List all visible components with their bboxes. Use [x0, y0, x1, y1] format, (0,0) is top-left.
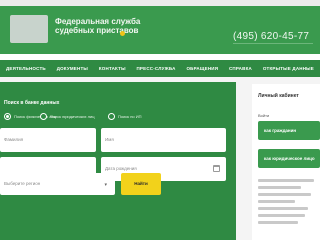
cabinet-title: Личный кабинет — [258, 93, 299, 99]
main-navigation: Деятельность Документы Контакты Пресс-сл… — [0, 60, 320, 77]
cabinet-login-label: Войти — [258, 113, 270, 118]
search-title: Поиск в банке данных — [4, 100, 60, 106]
nav-item-press[interactable]: Пресс-служба — [137, 66, 176, 71]
header-phone[interactable]: (495) 620-45-77 — [233, 31, 309, 42]
header-divider — [233, 43, 313, 44]
last-name-placeholder: Фамилия — [4, 137, 24, 142]
cabinet-description — [258, 179, 320, 228]
emblem-logo[interactable] — [10, 15, 48, 43]
first-name-placeholder: Имя — [105, 137, 114, 142]
radio-empty-icon[interactable] — [40, 113, 47, 120]
status-dot-icon — [120, 31, 125, 36]
find-button[interactable]: Найти — [121, 173, 161, 195]
nav-item-contacts[interactable]: Контакты — [99, 66, 126, 71]
radio-label: Поиск юридических лиц — [50, 114, 95, 119]
radio-selected-icon[interactable] — [4, 113, 11, 120]
chevron-down-icon: ▾ — [104, 182, 107, 188]
birth-date-placeholder: Дата рождения — [105, 166, 137, 171]
region-select[interactable]: Выберите регион ▾ — [0, 173, 115, 195]
first-name-field[interactable]: Имя — [101, 128, 226, 152]
calendar-icon[interactable] — [213, 165, 220, 172]
birth-date-field[interactable]: Дата рождения — [101, 157, 226, 181]
radio-legal-entities[interactable]: Поиск юридических лиц — [40, 113, 95, 120]
nav-item-open-data[interactable]: Открытые данные — [263, 66, 314, 71]
site-title[interactable]: Федеральная служба судебных приставов — [55, 17, 165, 35]
radio-label: Поиск по ИП — [118, 114, 142, 119]
site-header: Федеральная служба судебных приставов (4… — [0, 6, 320, 54]
last-name-field[interactable]: Фамилия — [0, 128, 96, 152]
nav-item-appeals[interactable]: Обращения — [186, 66, 218, 71]
debt-search-panel: Поиск в банке данных Поиск физических ли… — [0, 82, 236, 240]
login-citizen-button[interactable]: как гражданин — [258, 121, 320, 140]
personal-cabinet-panel: Личный кабинет Войти как гражданин как ю… — [252, 84, 320, 240]
radio-empty-icon[interactable] — [108, 113, 115, 120]
login-legal-entity-button[interactable]: как юридическое лицо — [258, 149, 320, 168]
region-placeholder: Выберите регион — [4, 181, 41, 186]
nav-item-info[interactable]: Справка — [229, 66, 252, 71]
nav-item-documents[interactable]: Документы — [57, 66, 88, 71]
radio-by-ip[interactable]: Поиск по ИП — [108, 113, 141, 120]
nav-item-activity[interactable]: Деятельность — [6, 66, 46, 71]
